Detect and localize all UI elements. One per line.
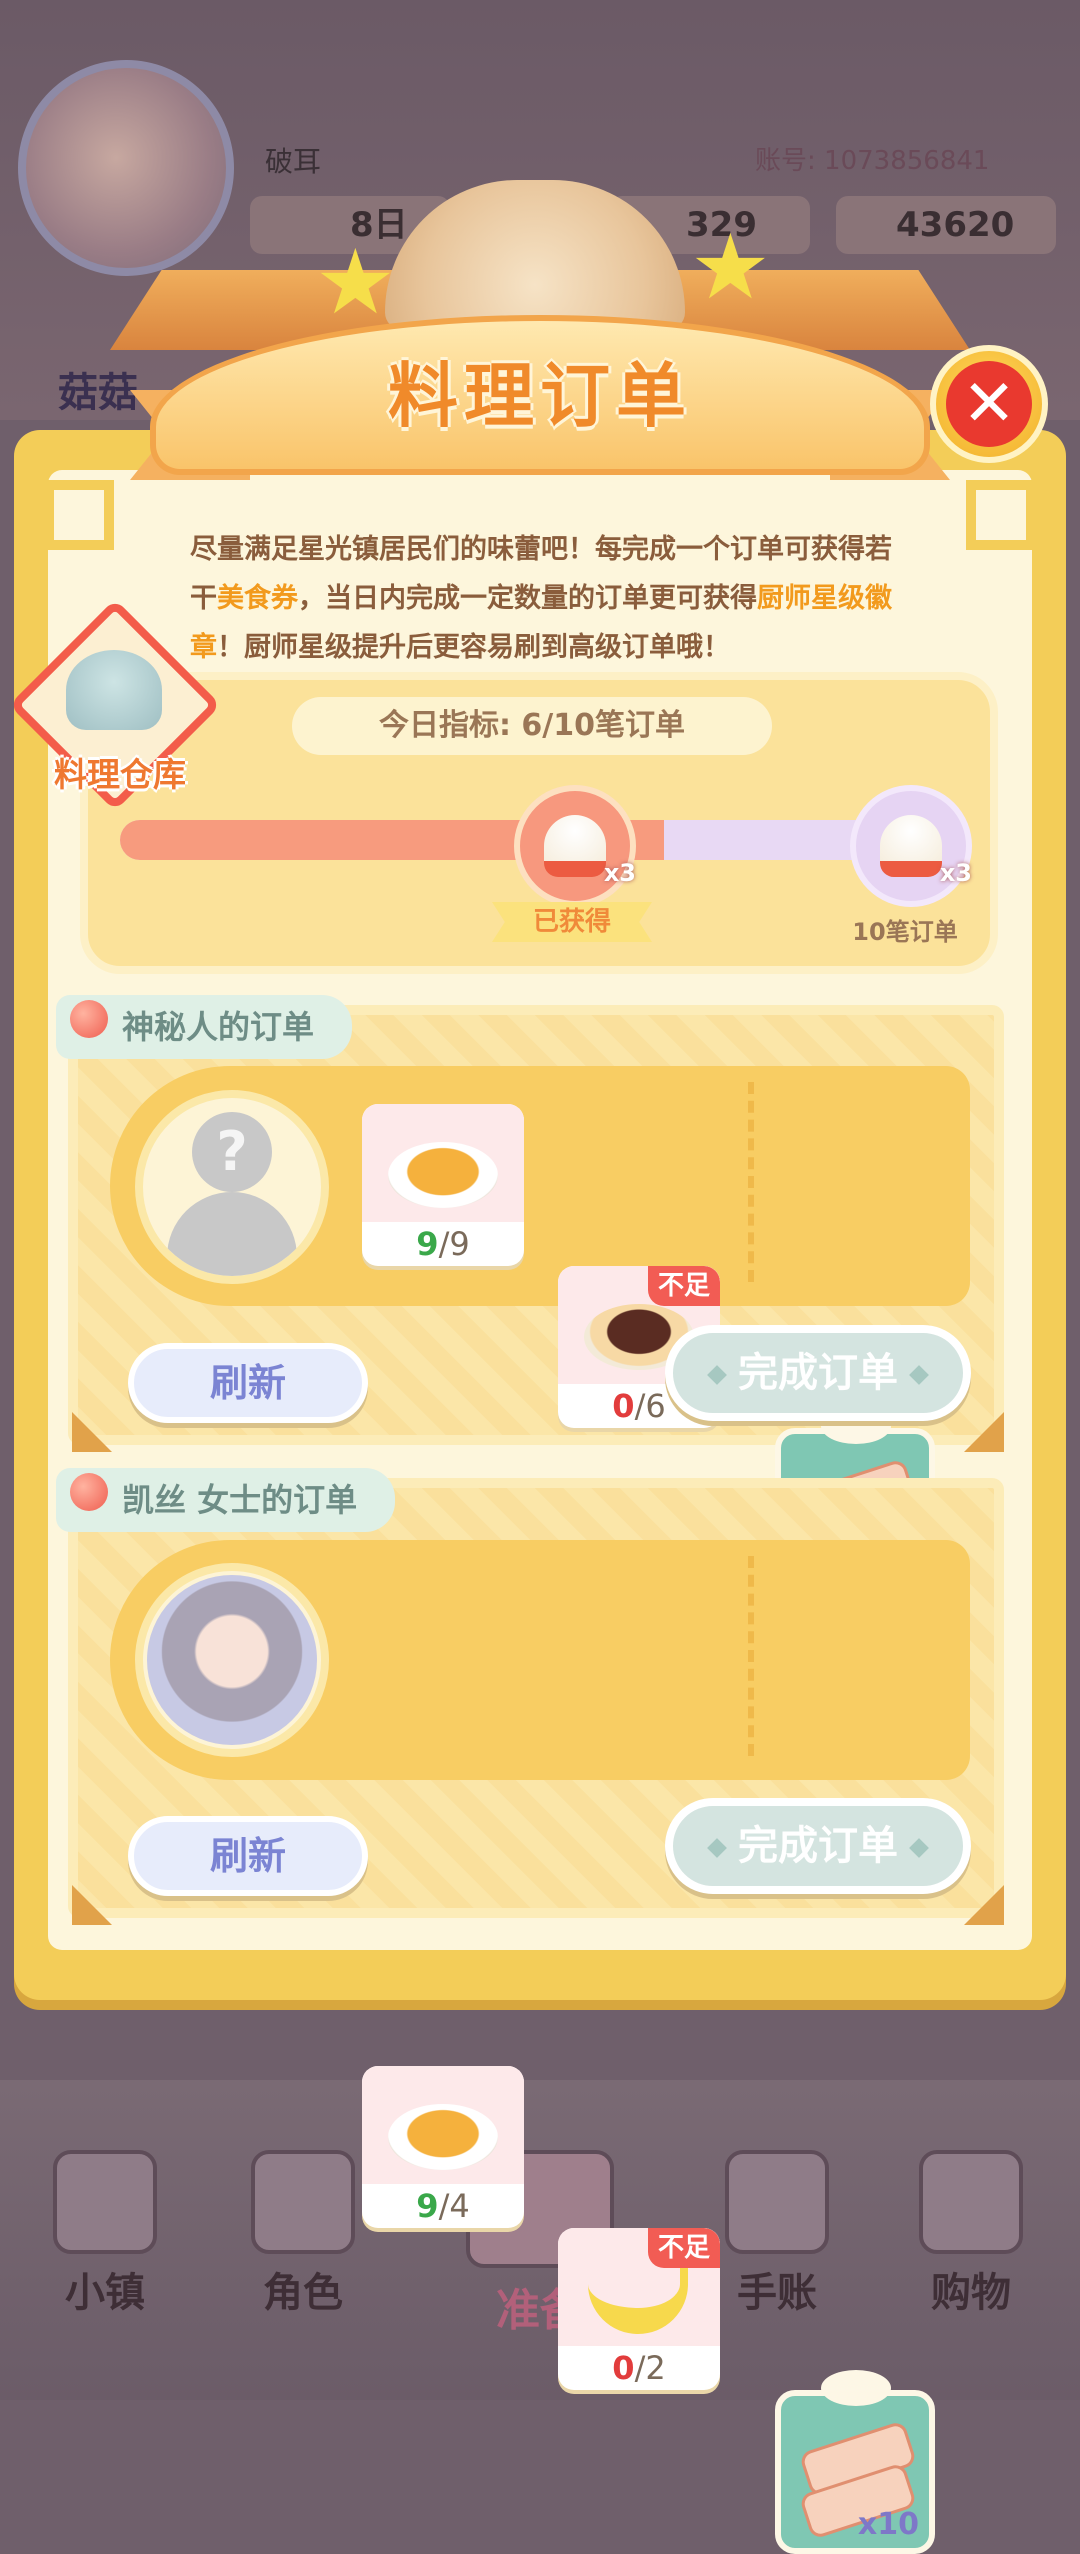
divider — [748, 1082, 754, 1282]
order-item[interactable]: 9/9 — [362, 1104, 524, 1266]
milestone-reward-1[interactable]: x3 — [514, 785, 636, 907]
reward-quantity: x10 — [857, 2507, 919, 2542]
card-corner-decoration — [964, 1412, 1004, 1452]
account-number: 账号: 1073856841 — [755, 146, 990, 176]
daily-goal-label: 今日指标: 6/10笔订单 — [292, 697, 772, 755]
description-text: ，当日内完成一定数量的订单更可获得 — [298, 583, 757, 614]
order-title: 凯丝 女士的订单 — [56, 1468, 396, 1532]
shopping-bag-icon — [919, 2150, 1023, 2254]
customer-avatar — [135, 1563, 329, 1757]
steamed-bun-icon — [66, 650, 162, 730]
nav-town-label: 小镇 — [65, 2270, 145, 2316]
card-corner-decoration — [72, 1412, 112, 1452]
refresh-button[interactable]: 刷新 — [128, 1816, 368, 1896]
warehouse-label: 料理仓库 — [54, 755, 186, 794]
milestone-reward-count: x3 — [603, 859, 636, 887]
close-button[interactable]: ✕ — [930, 345, 1048, 463]
milestone-reward-2[interactable]: x3 — [850, 785, 972, 907]
complete-order-label: 完成订单 — [738, 1350, 898, 1396]
insufficient-badge: 不足 — [648, 1266, 720, 1306]
nav-shopping[interactable]: 购物 — [896, 2150, 1046, 2318]
milestone-target-label: 10笔订单 — [852, 918, 958, 946]
reward-voucher[interactable]: x10 — [775, 2370, 935, 2554]
card-corner-decoration — [964, 1885, 1004, 1925]
complete-order-button[interactable]: 完成订单 — [665, 1798, 971, 1894]
customer-avatar: ? — [135, 1090, 329, 1284]
order-description: 尽量满足星光镇居民们的味蕾吧！每完成一个订单可获得若干美食券，当日内完成一定数量… — [190, 525, 910, 672]
item-count: 0/2 — [612, 2349, 666, 2387]
lady-portrait-icon — [147, 1575, 317, 1745]
insufficient-badge: 不足 — [648, 2228, 720, 2268]
nav-shopping-label: 购物 — [931, 2270, 1011, 2316]
corner-decoration — [966, 480, 1036, 550]
description-text: ！厨师星级提升后更容易刷到高级订单哦！ — [217, 632, 730, 663]
milestone-obtained-label: 已获得 — [492, 902, 652, 942]
character-icon — [251, 2150, 355, 2254]
nav-character-label: 角色 — [263, 2270, 343, 2316]
chef-hat-icon — [544, 815, 606, 877]
town-map-icon — [53, 2150, 157, 2254]
order-item[interactable]: 不足 0/2 — [558, 2228, 720, 2390]
milestone-reward-count: x3 — [939, 859, 972, 887]
complete-order-button[interactable]: 完成订单 — [665, 1325, 971, 1421]
player-avatar — [18, 60, 234, 276]
corner-decoration — [44, 480, 114, 550]
gift-bow-icon — [821, 2370, 891, 2406]
food-voucher-highlight: 美食券 — [217, 583, 298, 614]
nav-notebook-label: 手账 — [737, 2270, 817, 2316]
star-icon: ★ — [315, 230, 396, 335]
pin-icon — [70, 1000, 108, 1038]
notebook-icon — [725, 2150, 829, 2254]
unknown-person-icon: ? — [167, 1102, 297, 1276]
pin-icon — [70, 1473, 108, 1511]
background-banner-text: 菇菇 — [58, 370, 138, 416]
fried-dish-icon — [388, 2104, 498, 2170]
coin-counter: 43620 — [836, 196, 1056, 254]
chef-hat-icon — [880, 815, 942, 877]
nav-notebook[interactable]: 手账 — [702, 2150, 852, 2318]
nav-character[interactable]: 角色 — [228, 2150, 378, 2318]
close-icon: ✕ — [946, 361, 1032, 447]
card-corner-decoration — [72, 1885, 112, 1925]
nav-town[interactable]: 小镇 — [30, 2150, 180, 2318]
complete-order-label: 完成订单 — [738, 1823, 898, 1869]
item-count: 9/4 — [416, 2187, 470, 2225]
modal-title: 料理订单 — [388, 355, 692, 437]
fried-dish-icon — [388, 1142, 498, 1208]
item-count: 9/9 — [416, 1225, 470, 1263]
refresh-button[interactable]: 刷新 — [128, 1343, 368, 1423]
star-icon: ★ — [690, 215, 771, 320]
order-item[interactable]: 9/4 — [362, 2066, 524, 2228]
divider — [748, 1556, 754, 1756]
player-name: 破耳 — [265, 145, 322, 178]
